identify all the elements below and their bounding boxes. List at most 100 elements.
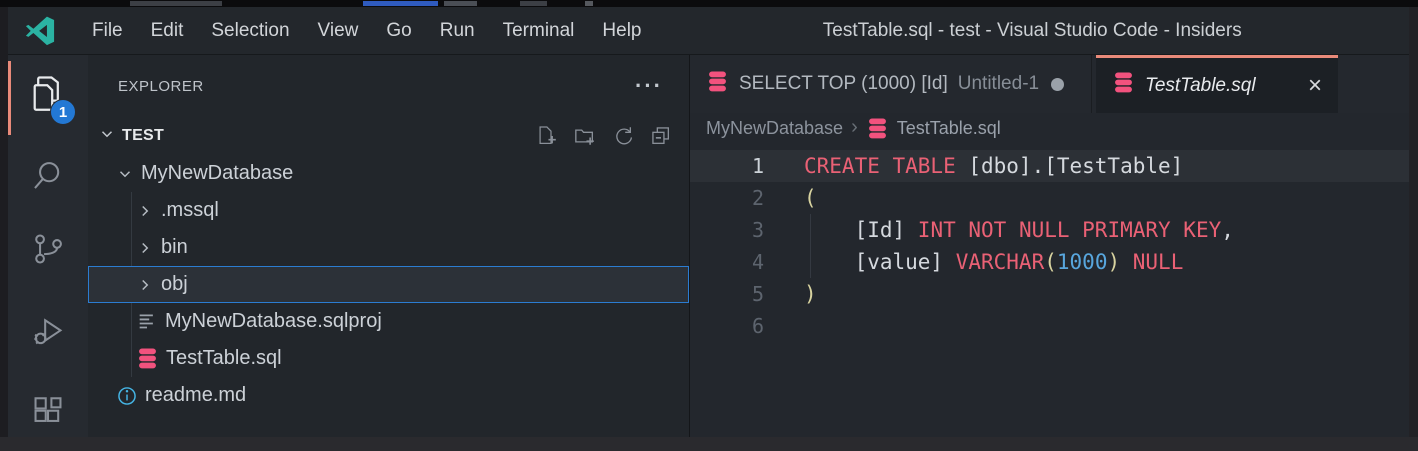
code-text: [Id] INT NOT NULL PRIMARY KEY, (778, 214, 1234, 246)
sidebar-title: EXPLORER (118, 78, 204, 95)
editor-tabs: SELECT TOP (1000) [Id] Untitled-1 TestTabl… (690, 55, 1409, 113)
activity-item-explorer[interactable]: 1 (8, 69, 88, 125)
tree-item-mynewdatabase-sqlproj[interactable]: MyNewDatabase.sqlproj (88, 303, 689, 340)
tree-item-testtable-sql[interactable]: TestTable.sql (88, 340, 689, 377)
code-text: ( (778, 182, 817, 214)
explorer-actions (535, 124, 673, 148)
chevron-right-icon (136, 276, 154, 294)
line-number: 4 (690, 246, 778, 278)
tree-item-label: obj (161, 273, 188, 296)
background-fragment (585, 1, 593, 6)
file-tree: MyNewDatabase .mssql bin obj MyNewDatabase.s… (88, 155, 689, 437)
title-bar: FileEditSelectionViewGoRunTerminalHelp T… (8, 7, 1409, 55)
search-icon (31, 158, 65, 197)
editor-tab-select-top-1000-id-[interactable]: SELECT TOP (1000) [Id] Untitled-1 (690, 55, 1092, 113)
explorer-sidebar: EXPLORER ··· TEST MyNewDatabase .mssql bin… (88, 55, 690, 437)
chevron-right-icon (136, 239, 154, 257)
menu-item-help[interactable]: Help (588, 7, 655, 54)
chevron-down-icon (116, 165, 134, 183)
tab-description: Untitled-1 (958, 73, 1039, 95)
modified-dot-icon (1051, 78, 1064, 91)
collapse-all-icon[interactable] (649, 124, 673, 148)
vscode-window: FileEditSelectionViewGoRunTerminalHelp T… (8, 7, 1409, 437)
tree-item-readme-md[interactable]: readme.md (88, 377, 689, 414)
tree-item-label: .mssql (161, 199, 219, 222)
menu-item-go[interactable]: Go (372, 7, 425, 54)
code-line-5[interactable]: 5) (690, 278, 1409, 310)
code-editor[interactable]: 1CREATE TABLE [dbo].[TestTable]2(3 [Id] … (690, 143, 1409, 437)
tab-title: SELECT TOP (1000) [Id] (739, 73, 948, 95)
menu-bar: FileEditSelectionViewGoRunTerminalHelp (78, 7, 656, 54)
code-line-2[interactable]: 2( (690, 182, 1409, 214)
breadcrumb: MyNewDatabase › TestTable.sql (690, 113, 1409, 143)
line-number: 3 (690, 214, 778, 246)
code-text: CREATE TABLE [dbo].[TestTable] (778, 150, 1183, 182)
tree-item-bin[interactable]: bin (88, 229, 689, 266)
window-title: TestTable.sql - test - Visual Studio Cod… (656, 20, 1410, 42)
tree-item-label: TestTable.sql (166, 347, 282, 370)
database-icon (866, 117, 889, 140)
debug-icon (31, 314, 65, 353)
menu-item-selection[interactable]: Selection (197, 7, 303, 54)
activity-item-source-control[interactable] (8, 223, 88, 279)
activity-item-run-and-debug[interactable] (8, 305, 88, 361)
editor-tab-testtable-sql[interactable]: TestTable.sql × (1096, 55, 1338, 113)
background-fragment (363, 1, 438, 6)
activity-item-extensions[interactable] (8, 387, 88, 443)
explorer-badge: 1 (50, 99, 76, 125)
new-folder-icon[interactable] (573, 124, 597, 148)
code-line-1[interactable]: 1CREATE TABLE [dbo].[TestTable] (690, 150, 1409, 182)
line-number: 2 (690, 182, 778, 214)
chevron-down-icon[interactable] (98, 125, 116, 148)
code-text (778, 310, 804, 342)
extensions-icon (31, 396, 65, 435)
tree-item-label: MyNewDatabase.sqlproj (165, 310, 382, 333)
database-icon (1112, 71, 1135, 100)
database-icon (706, 70, 729, 99)
workbench: 1 EXPLORER ··· TEST MyNewDatabase .mssql b… (8, 55, 1409, 437)
line-number: 5 (690, 278, 778, 310)
chevron-right-icon (136, 202, 154, 220)
breadcrumb-item[interactable]: TestTable.sql (897, 118, 1001, 139)
tree-item-label: bin (161, 236, 188, 259)
tab-title: TestTable.sql (1145, 75, 1256, 97)
code-line-4[interactable]: 4 [value] VARCHAR(1000) NULL (690, 246, 1409, 278)
vscode-insiders-logo-icon (24, 15, 56, 47)
sidebar-header: EXPLORER ··· (88, 55, 689, 117)
background-fragment (520, 1, 547, 6)
tree-item-label: MyNewDatabase (141, 162, 293, 185)
line-number: 6 (690, 310, 778, 342)
tree-item-label: readme.md (145, 384, 246, 407)
new-file-icon[interactable] (535, 124, 559, 148)
menu-item-view[interactable]: View (304, 7, 373, 54)
refresh-icon[interactable] (611, 124, 635, 148)
info-icon (116, 385, 138, 407)
code-text: [value] VARCHAR(1000) NULL (778, 246, 1183, 278)
code-line-3[interactable]: 3 [Id] INT NOT NULL PRIMARY KEY, (690, 214, 1409, 246)
source-control-icon (31, 232, 65, 271)
menu-item-terminal[interactable]: Terminal (489, 7, 589, 54)
ellipsis-icon[interactable]: ··· (635, 81, 663, 91)
sqlproj-file-icon (136, 311, 158, 333)
breadcrumb-separator-icon: › (851, 116, 858, 139)
window-right-edge (1409, 7, 1418, 437)
breadcrumb-item[interactable]: MyNewDatabase (706, 118, 843, 139)
menu-item-run[interactable]: Run (426, 7, 489, 54)
window-bottom-edge (0, 437, 1418, 451)
activity-item-search[interactable] (8, 149, 88, 205)
background-fragment (130, 1, 222, 6)
tree-item-obj[interactable]: obj (88, 266, 689, 303)
explorer-section-header[interactable]: TEST (88, 117, 689, 155)
code-line-6[interactable]: 6 (690, 310, 1409, 342)
tree-item--mssql[interactable]: .mssql (88, 192, 689, 229)
close-icon[interactable]: × (1308, 74, 1322, 98)
window-left-edge (0, 7, 8, 437)
editor-group: SELECT TOP (1000) [Id] Untitled-1 TestTabl… (690, 55, 1409, 437)
menu-item-file[interactable]: File (78, 7, 137, 54)
workspace-folder-label: TEST (122, 127, 531, 145)
vscode-window-screenshot: FileEditSelectionViewGoRunTerminalHelp T… (0, 0, 1418, 451)
code-text: ) (778, 278, 817, 310)
database-icon (136, 347, 159, 370)
menu-item-edit[interactable]: Edit (137, 7, 198, 54)
tree-item-mynewdatabase[interactable]: MyNewDatabase (88, 155, 689, 192)
